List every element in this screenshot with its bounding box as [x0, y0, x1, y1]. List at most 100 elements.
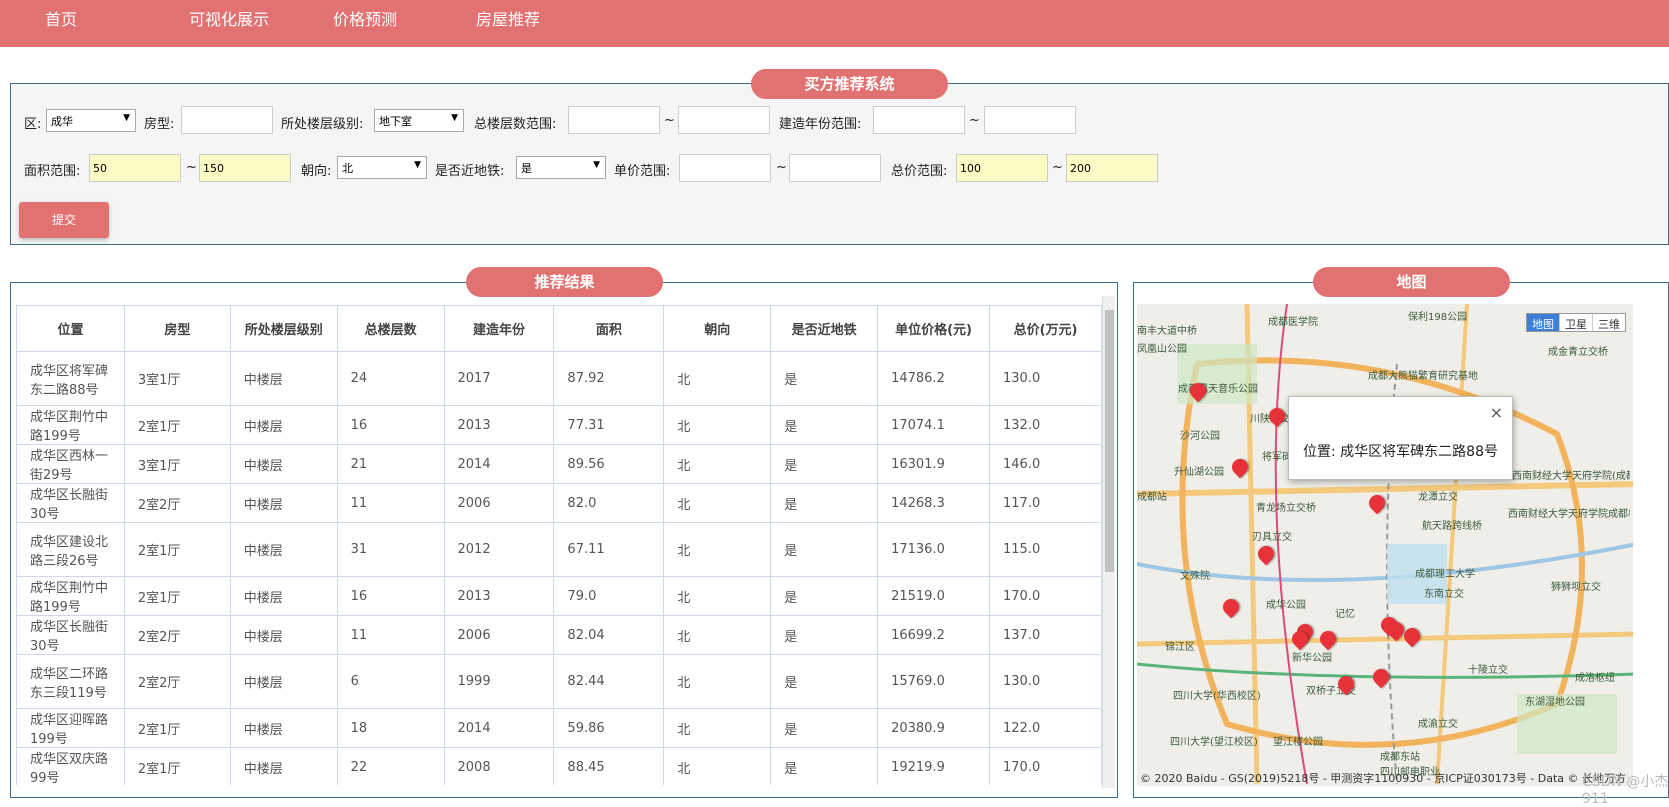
layout-label: 房型:: [144, 117, 175, 132]
table-cell: 北: [663, 444, 772, 484]
table-cell: 82.0: [553, 483, 665, 523]
results-table-body: 成华区将军碑东二路88号 3室1厅 中楼层 24 2017 87.92 北是 14786.2 1…: [16, 351, 1102, 785]
column-header[interactable]: 房型: [123, 305, 231, 352]
close-icon[interactable]: ×: [1490, 403, 1503, 422]
table-cell: 11: [336, 615, 445, 655]
table-row: 成华区长融街30号 2室2厅 中楼层 11 2006 82.0 北是 14268.3 117.0: [16, 483, 1102, 523]
table-cell: 3室1厅: [123, 444, 231, 484]
year-min-input[interactable]: [873, 106, 965, 134]
table-cell: 北: [663, 615, 772, 655]
table-cell: 2014: [443, 444, 555, 484]
table-cell: 24: [336, 351, 445, 406]
column-header[interactable]: 面积: [553, 305, 665, 352]
table-cell: 82.04: [553, 615, 665, 655]
table-cell: 中楼层: [229, 747, 338, 785]
table-cell: 2室2厅: [123, 483, 231, 523]
map-label: 新华公园: [1292, 653, 1332, 664]
column-header[interactable]: 朝向: [663, 305, 772, 352]
map-label: 记忆: [1335, 609, 1355, 620]
total-floors-min-input[interactable]: [568, 106, 660, 134]
info-window-text: 位置: 成华区将军碑东二路88号: [1303, 444, 1498, 460]
nav-home[interactable]: 首页: [45, 6, 77, 30]
unit-price-max-input[interactable]: [789, 154, 881, 182]
column-header[interactable]: 所处楼层级别: [229, 305, 338, 352]
table-cell: 中楼层: [229, 615, 338, 655]
layout-input[interactable]: [181, 106, 273, 134]
table-cell: 67.11: [553, 522, 665, 577]
tilde: ~: [186, 160, 197, 175]
map-label: 成洛枢纽: [1575, 673, 1615, 684]
map-label: 四川大学(望江校区): [1170, 737, 1258, 748]
search-panel-title: 买方推荐系统: [751, 69, 948, 99]
results-scrollbar[interactable]: [1102, 296, 1115, 788]
map-label: 龙潭立交: [1418, 492, 1458, 503]
table-cell: 2013: [443, 576, 555, 616]
table-cell: 北: [663, 654, 772, 709]
subway-select[interactable]: 是 ▼: [516, 156, 606, 179]
floor-level-select[interactable]: 地下室 ▼: [374, 109, 464, 132]
table-cell: 2008: [443, 747, 555, 785]
district-select[interactable]: 成华 ▼: [46, 109, 136, 132]
map-label: 望江楼公园: [1273, 737, 1323, 748]
results-table: 位置 房型 所处楼层级别 总楼层数 建造年份 面积 朝向 是否近地铁 单位价格(…: [16, 305, 1102, 785]
map-type-satellite[interactable]: 卫星: [1560, 314, 1593, 331]
nav-price-prediction[interactable]: 价格预测: [333, 6, 397, 30]
column-header[interactable]: 总价(万元): [989, 305, 1102, 352]
map-type-map[interactable]: 地图: [1527, 314, 1560, 331]
map-label: 刃具立交: [1252, 532, 1292, 543]
total-price-min-input[interactable]: 100: [956, 154, 1048, 182]
tilde: ~: [969, 113, 980, 128]
column-header[interactable]: 单位价格(元): [877, 305, 991, 352]
map-label: 成都东站: [1380, 752, 1420, 763]
table-cell: 北: [663, 522, 772, 577]
table-cell: 是: [770, 708, 879, 748]
total-floors-max-input[interactable]: [678, 106, 770, 134]
table-cell: 是: [770, 615, 879, 655]
district-label: 区:: [24, 117, 42, 132]
results-panel-title: 推荐结果: [466, 267, 663, 297]
nav-house-recommendation[interactable]: 房屋推荐: [476, 6, 540, 30]
year-max-input[interactable]: [984, 106, 1076, 134]
total-price-label: 总价范围:: [891, 164, 948, 179]
table-cell: 2室2厅: [123, 654, 231, 709]
area-max-input[interactable]: 150: [199, 154, 291, 182]
column-header[interactable]: 是否近地铁: [770, 305, 879, 352]
map-label: 狮狮坝立交: [1551, 582, 1601, 593]
table-cell: 88.45: [553, 747, 665, 785]
unit-price-min-input[interactable]: [679, 154, 771, 182]
watermark: CSDN @小杰911: [1582, 774, 1669, 807]
table-cell: 1999: [443, 654, 555, 709]
table-cell: 2室1厅: [123, 522, 231, 577]
table-cell: 146.0: [989, 444, 1102, 484]
table-cell: 18: [336, 708, 445, 748]
map-info-window: × 位置: 成华区将军碑东二路88号: [1288, 396, 1513, 480]
map-label: 文殊院: [1180, 571, 1210, 582]
submit-button[interactable]: 提交: [19, 202, 109, 238]
table-cell: 20380.9: [877, 708, 991, 748]
table-cell: 成华区建设北路三段26号: [16, 522, 125, 577]
total-price-max-input[interactable]: 200: [1066, 154, 1158, 182]
column-header[interactable]: 位置: [16, 305, 125, 352]
map-label: 锦江区: [1165, 642, 1195, 653]
chevron-down-icon: ▼: [593, 160, 600, 170]
table-cell: 21: [336, 444, 445, 484]
table-cell: 中楼层: [229, 576, 338, 616]
map-type-switcher: 地图 卫星 三维: [1526, 313, 1626, 332]
column-header[interactable]: 总楼层数: [336, 305, 445, 352]
table-cell: 中楼层: [229, 522, 338, 577]
area-min-input[interactable]: 50: [89, 154, 181, 182]
nav-visualization[interactable]: 可视化展示: [189, 6, 269, 30]
unit-price-label: 单价范围:: [614, 164, 671, 179]
column-header[interactable]: 建造年份: [443, 305, 555, 352]
chevron-down-icon: ▼: [414, 160, 421, 170]
top-nav: 首页 可视化展示 价格预测 房屋推荐: [0, 0, 1669, 47]
map-label: 保利198公园: [1408, 312, 1468, 323]
table-row: 成华区双庆路99号 2室1厅 中楼层 22 2008 88.45 北是 19219.9 170.…: [16, 747, 1102, 785]
table-cell: 79.0: [553, 576, 665, 616]
map-label: 成渝立交: [1418, 719, 1458, 730]
scrollbar-thumb[interactable]: [1105, 310, 1114, 572]
table-cell: 成华区二环路东三段119号: [16, 654, 125, 709]
floor-level-label: 所处楼层级别:: [281, 117, 364, 132]
orientation-select[interactable]: 北 ▼: [337, 156, 427, 179]
map-type-3d[interactable]: 三维: [1593, 314, 1625, 331]
